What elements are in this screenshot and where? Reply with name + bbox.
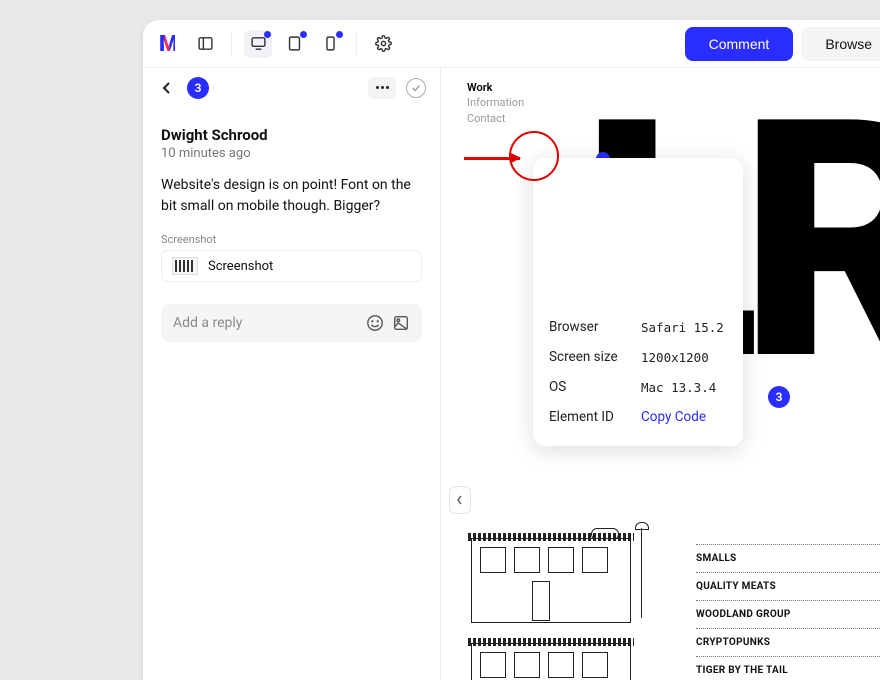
popover-key: OS bbox=[549, 379, 641, 395]
list-item[interactable]: TIGER BY THE TAIL bbox=[696, 656, 880, 680]
screenshot-label: Screenshot bbox=[161, 233, 422, 246]
popover-row-browser: Browser Safari 15.2 bbox=[549, 312, 727, 342]
reply-input[interactable]: Add a reply bbox=[161, 304, 422, 342]
popover-key: Element ID bbox=[549, 409, 641, 425]
illustration-house-1 bbox=[471, 538, 631, 623]
comment-button[interactable]: Comment bbox=[685, 27, 794, 61]
site-nav-work[interactable]: Work bbox=[467, 80, 524, 95]
screenshot-attachment[interactable]: Screenshot bbox=[161, 250, 422, 282]
copy-code-link[interactable]: Copy Code bbox=[641, 409, 706, 425]
device-tablet-icon[interactable] bbox=[280, 30, 308, 58]
site-nav-contact[interactable]: Contact bbox=[467, 111, 524, 126]
comment-author: Dwight Schrood bbox=[161, 126, 422, 144]
screenshot-thumbnail bbox=[172, 257, 198, 275]
popover-value: Safari 15.2 bbox=[641, 320, 724, 335]
comment-thread-panel: 3 Dwight Schrood 10 minutes ago Website'… bbox=[143, 68, 441, 680]
popover-row-element: Element ID Copy Code bbox=[549, 402, 727, 432]
notification-dot bbox=[300, 31, 307, 38]
thread-header: 3 bbox=[143, 68, 440, 108]
screenshot-name: Screenshot bbox=[208, 259, 273, 274]
collapse-panel-button[interactable] bbox=[449, 486, 471, 514]
illustration-house-2 bbox=[471, 643, 631, 680]
comment-timestamp: 10 minutes ago bbox=[161, 146, 422, 161]
comment-count-badge: 3 bbox=[187, 77, 209, 99]
divider bbox=[356, 33, 357, 55]
emoji-icon[interactable] bbox=[366, 314, 384, 332]
comment: Dwight Schrood 10 minutes ago Website's … bbox=[143, 108, 440, 290]
divider bbox=[231, 33, 232, 55]
topbar: M Comment Browse bbox=[143, 20, 880, 68]
popover-key: Screen size bbox=[549, 349, 641, 365]
reply-placeholder: Add a reply bbox=[173, 315, 358, 331]
site-nav: Work Information Contact bbox=[467, 80, 524, 126]
browse-button[interactable]: Browse bbox=[801, 27, 880, 61]
popover-key: Browser bbox=[549, 319, 641, 335]
more-options-button[interactable] bbox=[368, 77, 396, 99]
site-nav-information[interactable]: Information bbox=[467, 95, 524, 110]
popover-value: Mac 13.3.4 bbox=[641, 380, 716, 395]
popover-row-screen: Screen size 1200x1200 bbox=[549, 342, 727, 372]
list-item[interactable]: SMALLS bbox=[696, 544, 880, 572]
illustration-lamp bbox=[641, 528, 642, 618]
list-item[interactable]: WOODLAND GROUP bbox=[696, 600, 880, 628]
popover-value: 1200x1200 bbox=[641, 350, 709, 365]
list-item[interactable]: QUALITY MEATS bbox=[696, 572, 880, 600]
notification-dot bbox=[264, 31, 271, 38]
back-button[interactable] bbox=[157, 78, 177, 98]
settings-icon[interactable] bbox=[369, 30, 397, 58]
popover-row-os: OS Mac 13.3.4 bbox=[549, 372, 727, 402]
comment-details-popover: Browser Safari 15.2 Screen size 1200x120… bbox=[533, 158, 743, 446]
device-mobile-icon[interactable] bbox=[316, 30, 344, 58]
project-list: SMALLS QUALITY MEATS WOODLAND GROUP CRYP… bbox=[696, 544, 880, 680]
notification-dot bbox=[336, 31, 343, 38]
resolve-icon[interactable] bbox=[406, 78, 426, 98]
app-window: M Comment Browse bbox=[143, 20, 880, 680]
device-desktop-icon[interactable] bbox=[244, 30, 272, 58]
comment-body: Website's design is on point! Font on th… bbox=[161, 175, 422, 217]
comment-marker-3[interactable]: 3 bbox=[768, 386, 790, 408]
sidebar-toggle-icon[interactable] bbox=[191, 30, 219, 58]
attach-icon[interactable] bbox=[392, 314, 410, 332]
main-split: 3 Dwight Schrood 10 minutes ago Website'… bbox=[143, 68, 880, 680]
list-item[interactable]: CRYPTOPUNKS bbox=[696, 628, 880, 656]
app-logo: M bbox=[159, 32, 183, 56]
